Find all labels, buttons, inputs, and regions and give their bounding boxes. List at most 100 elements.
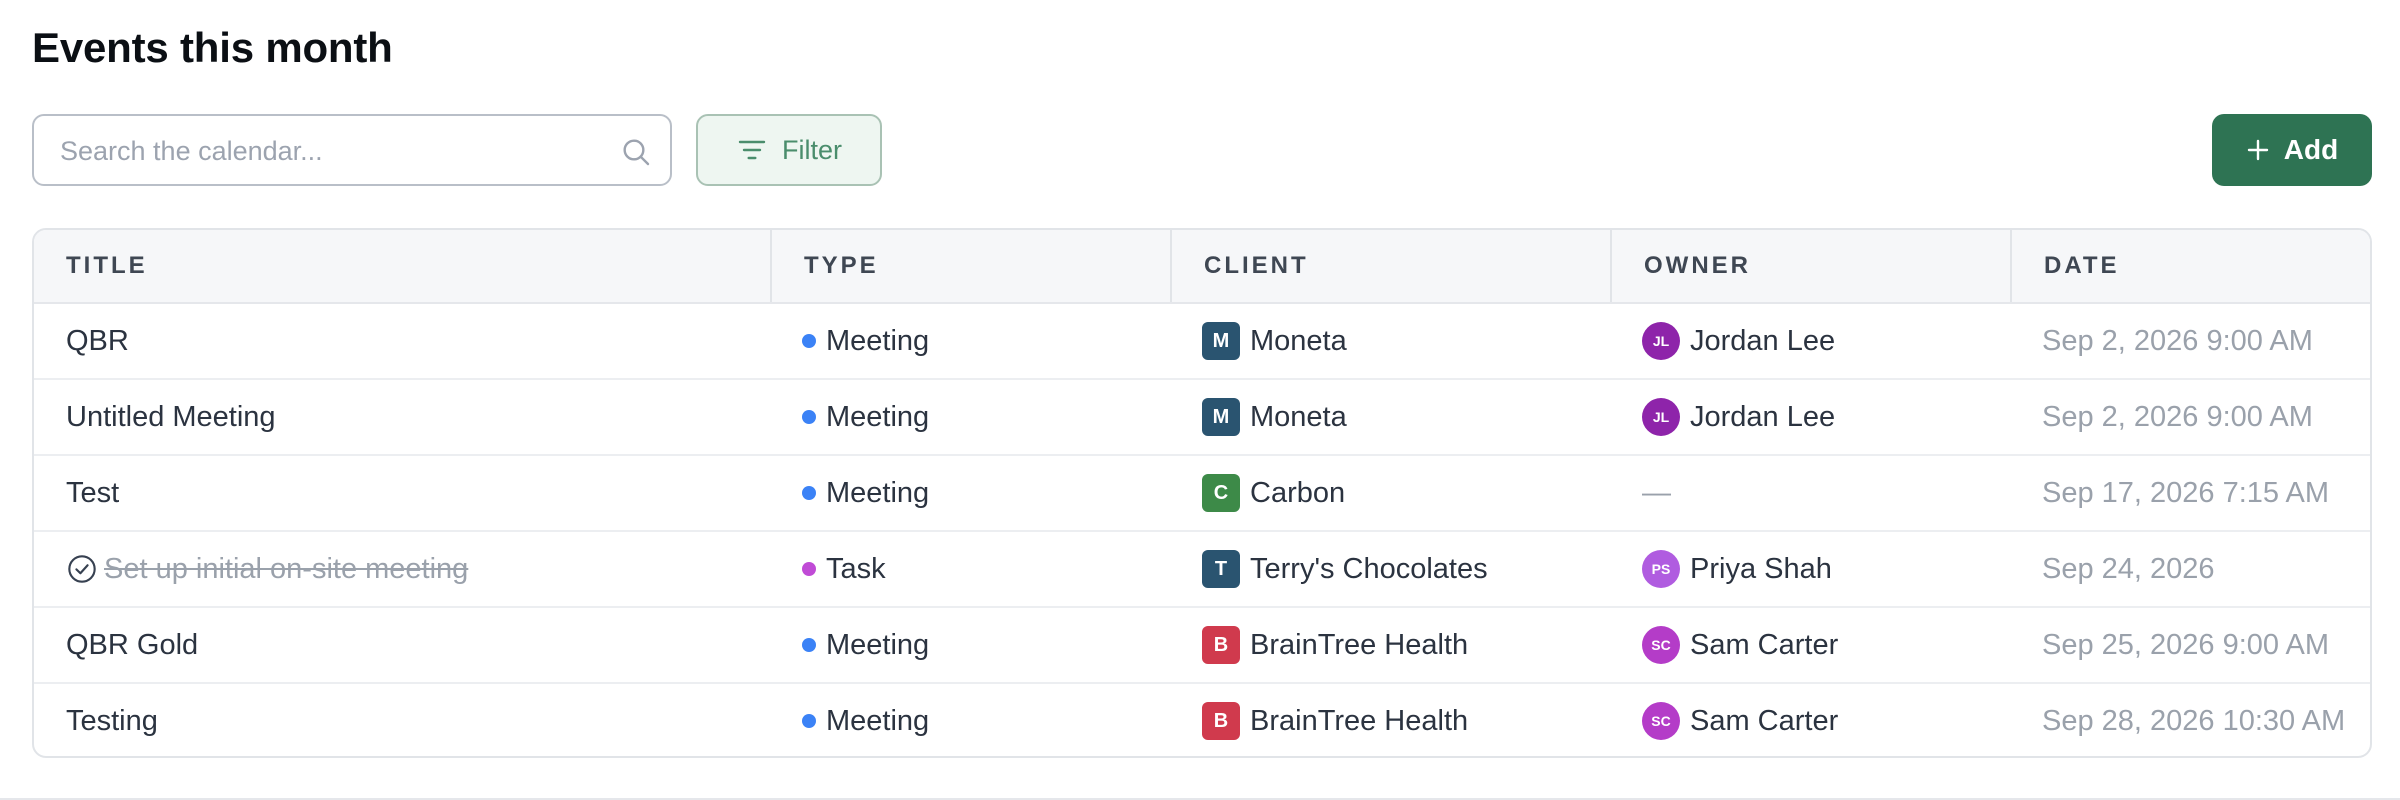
client-name: Terry's Chocolates: [1250, 552, 1488, 585]
cell-owner[interactable]: SC Sam Carter: [1610, 608, 2010, 682]
search-box[interactable]: [32, 114, 672, 186]
event-title: Untitled Meeting: [66, 400, 276, 433]
cell-title[interactable]: Set up initial on-site meeting: [34, 532, 770, 606]
client-name: Moneta: [1250, 400, 1347, 433]
cell-type: Meeting: [770, 608, 1170, 682]
cell-title[interactable]: Testing: [34, 684, 770, 756]
events-table: TITLE TYPE CLIENT OWNER DATE QBR Meeting M…: [32, 228, 2372, 758]
cell-type: Meeting: [770, 684, 1170, 756]
cell-owner[interactable]: SC Sam Carter: [1610, 684, 2010, 756]
event-title: QBR Gold: [66, 628, 199, 661]
table-row[interactable]: Untitled Meeting Meeting M Moneta JL Jordan L…: [34, 380, 2370, 456]
table-row[interactable]: QBR Gold Meeting B BrainTree Health SC Sam Ca…: [34, 608, 2370, 684]
avatar: JL: [1642, 398, 1680, 436]
cell-date: Sep 2, 2026 9:00 AM: [2010, 304, 2370, 378]
type-dot: [802, 638, 816, 652]
owner-name: Sam Carter: [1690, 628, 1839, 661]
search-input[interactable]: [58, 116, 602, 186]
type-dot: [802, 486, 816, 500]
event-type: Meeting: [826, 628, 930, 661]
cell-client[interactable]: B BrainTree Health: [1170, 608, 1610, 682]
cell-client[interactable]: M Moneta: [1170, 304, 1610, 378]
avatar: PS: [1642, 550, 1680, 588]
event-type: Meeting: [826, 324, 930, 357]
column-header-date[interactable]: DATE: [2010, 230, 2370, 302]
cell-date: Sep 24, 2026: [2010, 532, 2370, 606]
column-header-type[interactable]: TYPE: [770, 230, 1170, 302]
avatar: SC: [1642, 626, 1680, 664]
add-label: Add: [2283, 134, 2339, 165]
table-body: QBR Meeting M Moneta JL Jordan Lee Sep 2, 2026…: [34, 304, 2370, 756]
owner-name: Jordan Lee: [1690, 324, 1836, 357]
column-header-client[interactable]: CLIENT: [1170, 230, 1610, 302]
cell-type: Meeting: [770, 456, 1170, 530]
owner-name: Jordan Lee: [1690, 400, 1836, 433]
plus-icon: [2247, 139, 2268, 161]
filter-lines-icon: [738, 140, 766, 160]
cell-date: Sep 28, 2026 10:30 AM: [2010, 684, 2370, 756]
client-name: Moneta: [1250, 324, 1347, 357]
event-title: Set up initial on-site meeting: [104, 552, 469, 585]
cell-title[interactable]: Test: [34, 456, 770, 530]
event-date: Sep 25, 2026 9:00 AM: [2042, 628, 2329, 661]
table-row[interactable]: Test Meeting C Carbon — Sep 17, 2026 7:15 AM: [34, 456, 2370, 532]
owner-empty: —: [1642, 476, 1671, 509]
filter-label: Filter: [782, 134, 842, 165]
event-type: Meeting: [826, 704, 930, 737]
avatar: JL: [1642, 322, 1680, 360]
cell-owner[interactable]: JL Jordan Lee: [1610, 304, 2010, 378]
event-type: Meeting: [826, 476, 930, 509]
owner-name: Priya Shah: [1690, 552, 1832, 585]
event-title: QBR: [66, 324, 129, 357]
table-header: TITLE TYPE CLIENT OWNER DATE: [34, 230, 2370, 304]
client-name: Carbon: [1250, 476, 1346, 509]
client-logo-badge: C: [1202, 474, 1240, 512]
cell-title[interactable]: Untitled Meeting: [34, 380, 770, 454]
events-page: Events this month Filter Add: [0, 0, 2400, 800]
cell-title[interactable]: QBR: [34, 304, 770, 378]
event-date: Sep 2, 2026 9:00 AM: [2042, 400, 2313, 433]
column-header-title[interactable]: TITLE: [34, 230, 770, 302]
cell-type: Meeting: [770, 304, 1170, 378]
client-logo-badge: T: [1202, 550, 1240, 588]
type-dot: [802, 562, 816, 576]
owner-name: Sam Carter: [1690, 704, 1839, 737]
add-button[interactable]: Add: [2212, 114, 2372, 186]
column-header-owner[interactable]: OWNER: [1610, 230, 2010, 302]
event-type: Meeting: [826, 400, 930, 433]
table-row[interactable]: Set up initial on-site meeting Task T Terry…: [34, 532, 2370, 608]
event-date: Sep 24, 2026: [2042, 552, 2215, 585]
event-type: Task: [826, 552, 886, 585]
event-title: Testing: [66, 704, 158, 737]
event-date: Sep 17, 2026 7:15 AM: [2042, 476, 2329, 509]
cell-client[interactable]: T Terry's Chocolates: [1170, 532, 1610, 606]
event-date: Sep 2, 2026 9:00 AM: [2042, 324, 2313, 357]
cell-type: Task: [770, 532, 1170, 606]
check-circle-icon[interactable]: [66, 553, 98, 585]
cell-owner[interactable]: —: [1610, 456, 2010, 530]
type-dot: [802, 410, 816, 424]
cell-owner[interactable]: PS Priya Shah: [1610, 532, 2010, 606]
cell-owner[interactable]: JL Jordan Lee: [1610, 380, 2010, 454]
cell-date: Sep 17, 2026 7:15 AM: [2010, 456, 2370, 530]
client-name: BrainTree Health: [1250, 628, 1469, 661]
cell-client[interactable]: M Moneta: [1170, 380, 1610, 454]
search-icon[interactable]: [620, 136, 652, 168]
avatar: SC: [1642, 702, 1680, 740]
type-dot: [802, 334, 816, 348]
event-title: Test: [66, 476, 120, 509]
cell-client[interactable]: C Carbon: [1170, 456, 1610, 530]
client-logo-badge: M: [1202, 322, 1240, 360]
cell-client[interactable]: B BrainTree Health: [1170, 684, 1610, 756]
filter-button[interactable]: Filter: [696, 114, 882, 186]
event-date: Sep 28, 2026 10:30 AM: [2042, 704, 2346, 737]
cell-date: Sep 25, 2026 9:00 AM: [2010, 608, 2370, 682]
page-title: Events this month: [32, 24, 393, 71]
cell-title[interactable]: QBR Gold: [34, 608, 770, 682]
client-logo-badge: B: [1202, 702, 1240, 740]
client-logo-badge: B: [1202, 626, 1240, 664]
toolbar: Filter Add: [32, 114, 2372, 186]
client-logo-badge: M: [1202, 398, 1240, 436]
table-row[interactable]: Testing Meeting B BrainTree Health SC Sam Car…: [34, 684, 2370, 756]
table-row[interactable]: QBR Meeting M Moneta JL Jordan Lee Sep 2, 2026…: [34, 304, 2370, 380]
